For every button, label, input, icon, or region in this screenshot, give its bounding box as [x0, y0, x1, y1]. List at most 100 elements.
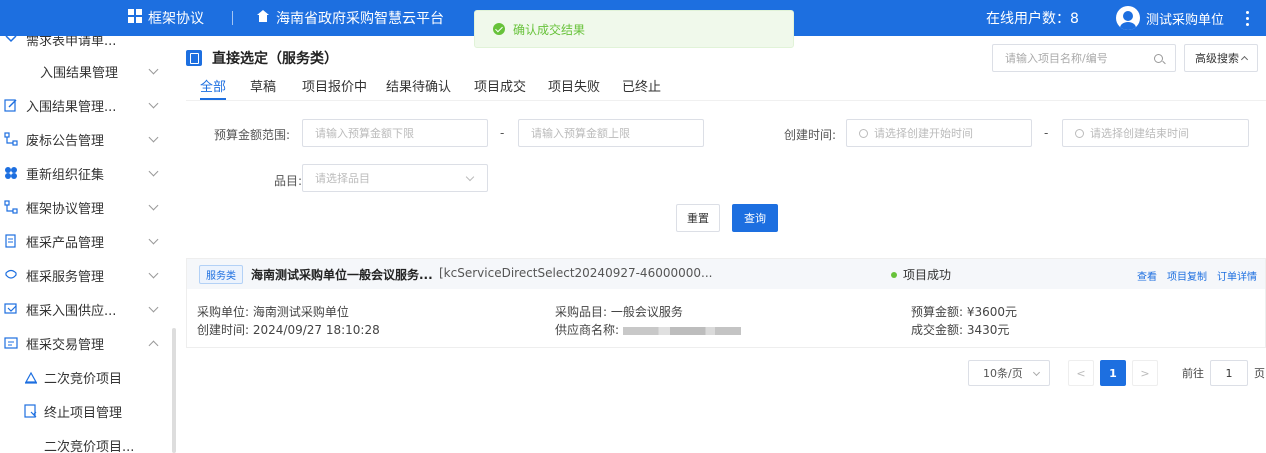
range-dash: - [1044, 126, 1049, 140]
create-time-field: 创建时间: 2024/09/27 18:10:28 [197, 321, 380, 338]
sidebar-item-label: 框采产品管理 [26, 235, 105, 251]
platform-link[interactable]: 海南省政府采购智慧云平台 [256, 0, 444, 36]
clock-icon [859, 128, 868, 138]
doc-icon [4, 234, 18, 248]
sidebar-item-label: 框架协议管理 [26, 201, 105, 217]
reset-button[interactable]: 重置 [676, 204, 720, 232]
sidebar-item-label: 重新组织征集 [26, 167, 105, 183]
project-code: [kcServiceDirectSelect20240927-46000000.… [439, 266, 713, 280]
tab-quoting[interactable]: 项目报价中 [302, 76, 367, 95]
sidebar-item-label: 入围结果管理... [26, 99, 117, 115]
sidebar-item-label: 需求表申请单... [26, 36, 117, 49]
create-start-input[interactable]: 请选择创建开始时间 [846, 119, 1032, 147]
more-icon[interactable] [1238, 0, 1256, 36]
edit-icon [4, 98, 18, 112]
grid-icon [128, 9, 148, 27]
sidebar-item-shortlist-result-2[interactable]: 入围结果管理... [0, 88, 172, 122]
query-button[interactable]: 查询 [732, 204, 778, 232]
sidebar-item-terminate[interactable]: 终止项目管理 [0, 394, 172, 428]
user-menu[interactable]: 测试采购单位 [1116, 0, 1224, 36]
tab-failed[interactable]: 项目失败 [548, 76, 600, 95]
chevron-down-icon [148, 234, 159, 245]
prev-page-button[interactable]: < [1068, 360, 1094, 386]
budget-label: 预算金额范围: [214, 128, 291, 142]
create-time-value: 2024/09/27 18:10:28 [252, 323, 380, 337]
budget-max-input[interactable]: 请输入预算金额上限 [518, 119, 704, 147]
tab-terminated[interactable]: 已终止 [622, 76, 661, 95]
copy-project-link[interactable]: 项目复制 [1167, 268, 1207, 283]
tab-pending-confirm[interactable]: 结果待确认 [386, 76, 451, 95]
create-time-label-card: 创建时间: [197, 323, 250, 337]
next-page-button[interactable]: > [1132, 360, 1158, 386]
chevron-down-icon [148, 268, 159, 279]
flow-icon [4, 132, 18, 146]
budget-min-placeholder: 请输入预算金额下限 [315, 127, 414, 140]
advanced-search-button[interactable]: 高级搜索 [1184, 44, 1258, 72]
range-dash: - [500, 126, 505, 140]
page-size-value: 10条/页 [983, 367, 1023, 380]
purchaser-value: 海南测试采购单位 [252, 305, 349, 319]
create-end-placeholder: 请选择创建结束时间 [1090, 127, 1189, 140]
deal-label: 成交金额: [911, 323, 964, 337]
page-header: 直接选定（服务类） [186, 48, 338, 68]
create-time-label: 创建时间: [784, 128, 837, 142]
chevron-up-icon [1240, 55, 1249, 64]
category-tag: 服务类 [199, 265, 243, 284]
page-size-select[interactable]: 10条/页 [968, 360, 1050, 386]
sidebar-item-label: 框采服务管理 [26, 269, 105, 285]
sidebar-item-label: 入围结果管理 [40, 65, 119, 81]
page-number-1[interactable]: 1 [1100, 360, 1126, 386]
budget-min-input[interactable]: 请输入预算金额下限 [302, 119, 488, 147]
category-placeholder: 请选择品目 [315, 172, 370, 185]
project-card-header: 服务类 海南测试采购单位一般会议服务... [kcServiceDirectSe… [187, 259, 1265, 289]
search-icon[interactable] [1154, 54, 1163, 63]
sidebar: 需求表申请单... 入围结果管理 入围结果管理... 废标公告管理 重新组织征集… [0, 36, 176, 453]
sidebar-item-label: 废标公告管理 [26, 133, 105, 149]
tab-deal[interactable]: 项目成交 [474, 76, 526, 95]
platform-label: 海南省政府采购智慧云平台 [276, 11, 444, 27]
chevron-down-icon [148, 98, 159, 109]
sidebar-item-demand[interactable]: 需求表申请单... [0, 36, 172, 56]
online-users: 在线用户数：8 [986, 11, 1079, 27]
sidebar-item-trade[interactable]: 框采交易管理 [0, 326, 172, 360]
supplier-field: 供应商名称: [555, 321, 741, 338]
chevron-down-icon [4, 36, 18, 46]
terminate-icon [24, 404, 38, 418]
tab-draft[interactable]: 草稿 [250, 76, 276, 95]
category-label: 品目: [274, 174, 303, 188]
brand[interactable]: 框架协议 [128, 0, 204, 36]
goto-page-input[interactable]: 1 [1210, 360, 1248, 386]
chevron-up-icon [148, 340, 159, 351]
sidebar-item-second-bid[interactable]: 二次竞价项目 [0, 360, 172, 394]
chevron-down-icon [148, 64, 159, 75]
user-name: 测试采购单位 [1146, 12, 1225, 28]
sidebar-item-services[interactable]: 框采服务管理 [0, 258, 172, 292]
avatar-icon [1116, 6, 1140, 30]
tab-all[interactable]: 全部 [200, 76, 226, 95]
chevron-right-icon: > [1140, 366, 1150, 380]
create-end-input[interactable]: 请选择创建结束时间 [1062, 119, 1249, 147]
sidebar-item-reorganize[interactable]: 重新组织征集 [0, 156, 172, 190]
sidebar-item-second-bid-2[interactable]: 二次竞价项目... [0, 428, 172, 453]
toast-message: 确认成交结果 [513, 22, 586, 37]
search-input[interactable]: 请输入项目名称/编号 [992, 44, 1176, 72]
project-name[interactable]: 海南测试采购单位一般会议服务... [251, 266, 433, 283]
category-select[interactable]: 请选择品目 [302, 164, 488, 192]
page-title: 直接选定（服务类） [212, 51, 338, 67]
deal-field: 成交金额: 3430元 [911, 321, 1009, 338]
chevron-down-icon [465, 172, 475, 182]
status-dot-icon [891, 271, 897, 278]
order-detail-link[interactable]: 订单详情 [1217, 268, 1257, 283]
view-link[interactable]: 查看 [1137, 268, 1157, 283]
clock-icon [1075, 128, 1084, 138]
sidebar-item-shortlist-result[interactable]: 入围结果管理 [0, 54, 172, 88]
brand-label: 框架协议 [148, 11, 204, 27]
sidebar-item-void-notice[interactable]: 废标公告管理 [0, 122, 172, 156]
sidebar-item-products[interactable]: 框采产品管理 [0, 224, 172, 258]
project-card: 服务类 海南测试采购单位一般会议服务... [kcServiceDirectSe… [186, 258, 1266, 348]
sidebar-item-suppliers[interactable]: 框采入围供应... [0, 292, 172, 326]
chevron-down-icon [1032, 368, 1041, 377]
sidebar-item-framework[interactable]: 框架协议管理 [0, 190, 172, 224]
cluster-icon [4, 166, 18, 180]
flow-icon [4, 200, 18, 214]
